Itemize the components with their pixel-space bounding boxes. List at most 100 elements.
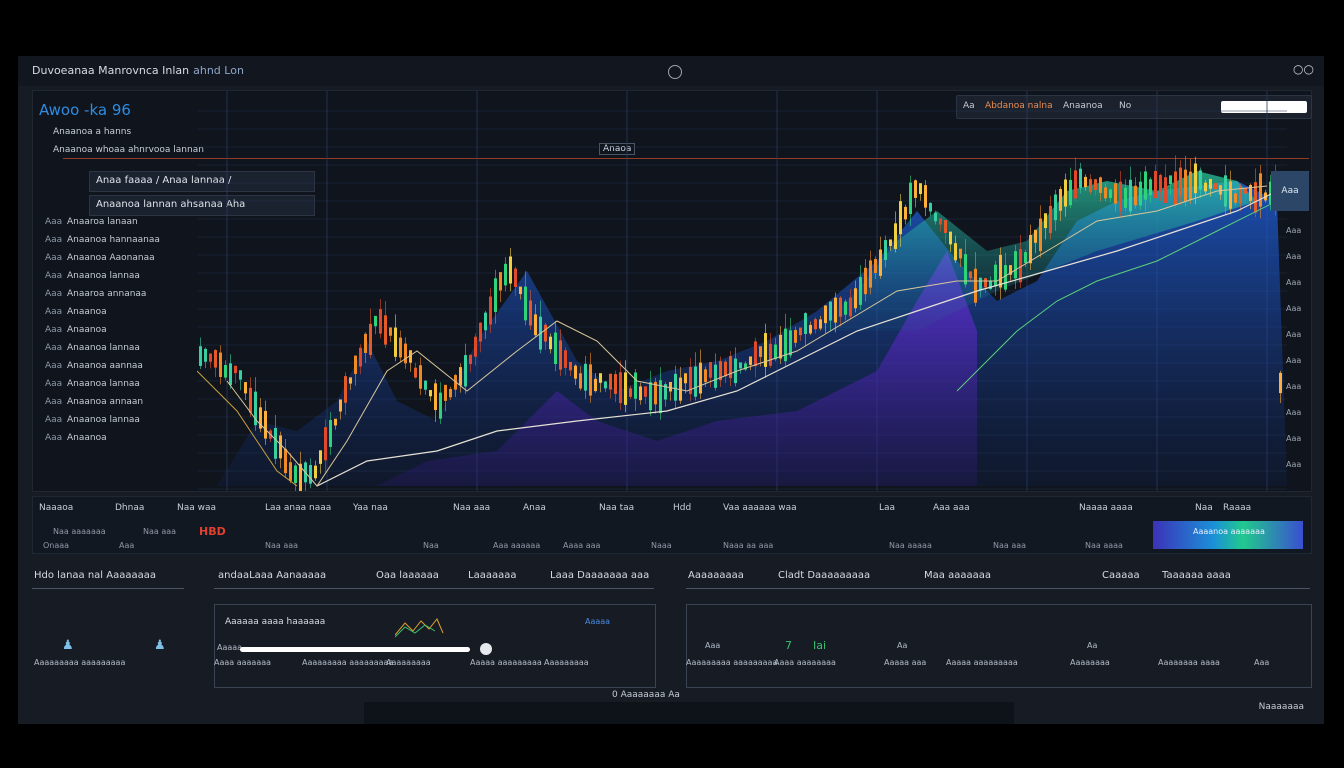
strip-header[interactable]: Naaaa aaaa <box>1079 503 1133 513</box>
row-number: Aaa <box>45 217 63 227</box>
chart-panel: Awoo -ka 96 Anaanoa a hanns Anaanoa whoa… <box>32 90 1312 492</box>
strip-value: Naaa <box>651 541 672 550</box>
row-item[interactable]: Aaa Anaaroa annanaa <box>45 289 195 303</box>
strip-header[interactable]: Aaa aaa <box>933 503 970 513</box>
strip-header[interactable]: Raaaa <box>1223 503 1251 513</box>
section-header[interactable]: Laaaaaaa <box>468 570 516 581</box>
strip-header[interactable]: Naa waa <box>177 503 216 513</box>
row-number: Aaa <box>45 361 63 371</box>
row-item[interactable]: Aaa Anaanoa lannaa <box>45 271 195 285</box>
separator <box>214 588 654 589</box>
row-label: Anaaroa annanaa <box>67 289 147 299</box>
row-item[interactable]: Aaa Anaanoa lannaa <box>45 343 195 357</box>
row-item[interactable]: Aaa Anaanoa lannaa <box>45 415 195 429</box>
row-item[interactable]: Aaa Anaanoa <box>45 325 195 339</box>
slider-label: Aaaaa <box>217 643 243 652</box>
row-item[interactable]: Aaa Anaanoa <box>45 433 195 447</box>
info-label: Aaa <box>1254 658 1270 667</box>
row-item[interactable]: Aaa Anaanoa lannaa <box>45 379 195 393</box>
strip-header[interactable]: Naaaoa <box>39 503 73 513</box>
window-title: Duvoeanaa Manrovnca Inlan ahnd Lon <box>32 64 244 77</box>
user-icon: ♟ <box>62 638 74 653</box>
row-item[interactable]: Aaa Anaanoa <box>45 307 195 321</box>
strip-header[interactable]: Vaa aaaaaa waa <box>723 503 797 513</box>
strip-header[interactable]: Naa aaa <box>453 503 490 513</box>
summary-value: Aa <box>1087 641 1098 650</box>
summary-value: Aa <box>897 641 908 650</box>
strip-value: Aaa <box>119 541 135 550</box>
section-header[interactable]: Caaaaa <box>1102 570 1140 581</box>
row-number: Aaa <box>45 343 63 353</box>
row-item[interactable]: Aaa Anaanoa aannaa <box>45 361 195 375</box>
separator <box>32 588 184 589</box>
row-item[interactable]: Aaa Anaanoa annaan <box>45 397 195 411</box>
sparkline <box>395 618 444 638</box>
axis-tick-label: Aaa <box>1286 252 1302 261</box>
row-number: Aaa <box>45 415 63 425</box>
row-number: Aaa <box>45 271 63 281</box>
strip-header[interactable]: Dhnaa <box>115 503 144 513</box>
row-item[interactable]: Aaa Anaaroa lanaan <box>45 217 195 231</box>
row-item[interactable]: Aaa Anaanoa hannaanaa <box>45 235 195 249</box>
section-header[interactable]: Taaaaaa aaaa <box>1162 570 1231 581</box>
slider-title: Aaaaaa aaaa haaaaaa <box>225 617 326 627</box>
strip-header[interactable]: Yaa naa <box>353 503 388 513</box>
summary-value: 7 <box>785 639 792 652</box>
strip-value: Naa aaaaa <box>889 541 932 550</box>
row-number: Aaa <box>45 253 63 263</box>
title-bar: Duvoeanaa Manrovnca Inlan ahnd Lon ○○ <box>18 56 1324 86</box>
subtitle-2: Anaanoa whoaa ahnrvooa lannan <box>53 145 204 155</box>
data-strip: Naaaoa Dhnaa Naa waa Laa anaa naaa Yaa naa Na… <box>32 496 1312 554</box>
blue-tag: Aaaaa <box>585 617 611 626</box>
right-price-tag: Aaa <box>1271 171 1309 211</box>
price-chart[interactable] <box>197 91 1287 491</box>
footer: 0 Aaaaaaaa Aa Naaaaaaa <box>32 690 1310 724</box>
row-label: Anaanoa lannaa <box>67 271 140 281</box>
alert-tag: HBD <box>199 525 226 538</box>
section-header[interactable]: Aaaaaaaaa <box>688 570 744 581</box>
row-item[interactable]: Aaa Anaanoa Aaonanaa <box>45 253 195 267</box>
info-label: Aaaaaaaa aaaa <box>1158 658 1220 667</box>
section-header[interactable]: Cladt Daaaaaaaaa <box>778 570 870 581</box>
section-header[interactable]: Maa aaaaaaa <box>924 570 991 581</box>
axis-tick-label: Aaa <box>1286 382 1302 391</box>
strip-header[interactable]: Laa anaa naaa <box>265 503 331 513</box>
row-number: Aaa <box>45 307 63 317</box>
heat-bar-label: Aaaanoa aaaaaaa <box>1193 527 1265 536</box>
strip-value: Onaaa <box>43 541 70 550</box>
section-header[interactable]: Hdo lanaa nal Aaaaaaaa <box>34 570 156 581</box>
window-title-text: Duvoeanaa Manrovnca Inlan <box>32 64 190 77</box>
strip-header[interactable]: Hdd <box>673 503 691 513</box>
app-title: Awoo -ka 96 <box>39 101 131 119</box>
row-number: Aaa <box>45 397 63 407</box>
info-label: Aaaaaaaaa aaaaaaaaa <box>34 658 126 667</box>
info-label: Aaaaaaaaa aaaaaaaaa <box>686 658 778 667</box>
summary-value: Iai <box>813 639 827 652</box>
slider-track[interactable] <box>240 647 470 652</box>
row-label: Anaaroa lanaan <box>67 217 138 227</box>
slider-knob[interactable] <box>480 643 492 655</box>
info-label: Aaaaaaaaa <box>544 658 589 667</box>
row-number: Aaa <box>45 235 63 245</box>
window-controls[interactable]: ○○ <box>1293 62 1314 76</box>
strip-header[interactable]: Laa <box>879 503 895 513</box>
strip-header[interactable]: Naa <box>1195 503 1213 513</box>
strip-value: Naa aaaaaaa <box>53 527 106 536</box>
status-text: 0 Aaaaaaaa Aa <box>612 690 680 700</box>
section-header[interactable]: Laaa Daaaaaaa aaa <box>550 570 649 581</box>
strip-header[interactable]: Naa taa <box>599 503 634 513</box>
strip-header[interactable]: Anaa <box>523 503 546 513</box>
section-header[interactable]: andaaLaaa Aanaaaaa <box>218 570 326 581</box>
row-label: Anaanoa <box>67 307 107 317</box>
summary-box: Aaa 7 Iai Aa Aa <box>686 604 1312 688</box>
section-header[interactable]: Oaa laaaaaa <box>376 570 439 581</box>
axis-tick-label: Aaa <box>1286 408 1302 417</box>
axis-tick-label: Aaa <box>1286 278 1302 287</box>
row-label: Anaanoa <box>67 325 107 335</box>
strip-value: Naaa aa aaa <box>723 541 774 550</box>
dock-bar[interactable] <box>364 702 1014 724</box>
strip-value: Aaa aaaaaa <box>493 541 541 550</box>
strip-value: Naa aaa <box>143 527 177 536</box>
axis-tick-label: Aaa <box>1286 226 1302 235</box>
row-label: Anaanoa lannaa <box>67 379 140 389</box>
